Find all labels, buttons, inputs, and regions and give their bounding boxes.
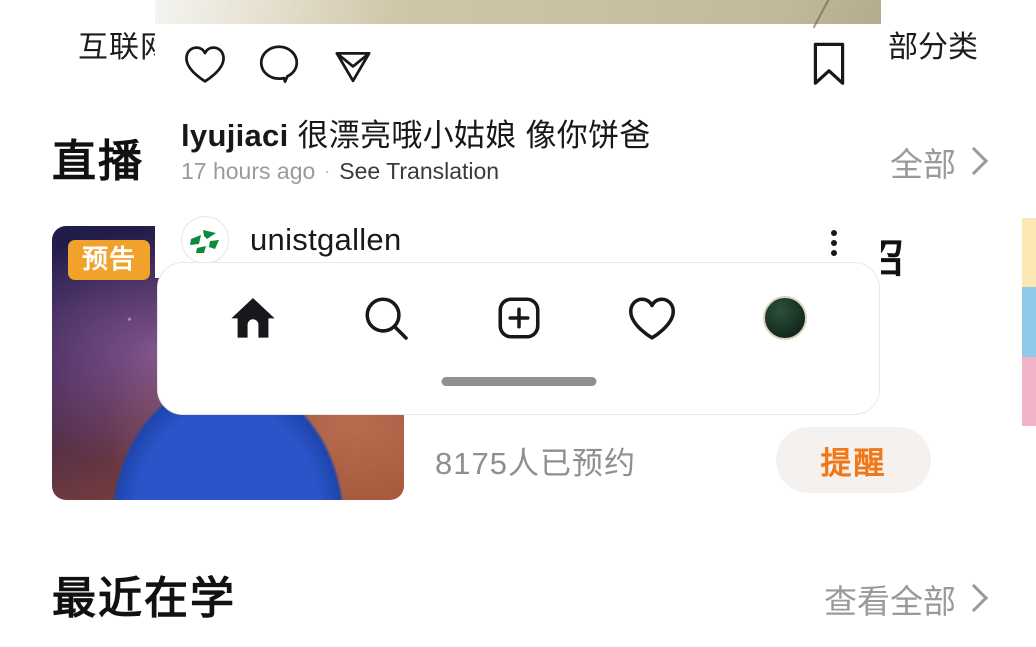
more-vertical-icon[interactable] bbox=[821, 228, 847, 258]
comment-icon bbox=[259, 45, 299, 83]
dot bbox=[831, 240, 837, 246]
dot bbox=[831, 250, 837, 256]
share-icon bbox=[335, 51, 371, 83]
live-reserved-count: 8175人已预约 bbox=[435, 446, 636, 481]
meta-separator: · bbox=[324, 161, 331, 181]
section-more-label-live: 全部 bbox=[890, 146, 956, 183]
edge-strip-yellow bbox=[1022, 218, 1036, 288]
tab-profile[interactable] bbox=[752, 285, 818, 351]
bg-nav-title-right: 部分类 bbox=[888, 31, 978, 64]
edge-card-strips[interactable] bbox=[1022, 218, 1036, 426]
see-translation-link[interactable]: See Translation bbox=[339, 158, 499, 185]
remind-button[interactable]: 提醒 bbox=[776, 427, 931, 493]
bookmark-icon bbox=[813, 42, 845, 85]
section-title-recent: 最近在学 bbox=[52, 574, 236, 623]
chevron-right-icon bbox=[959, 583, 989, 612]
section-header-recent: 最近在学 查看全部 bbox=[0, 575, 1036, 623]
tab-activity[interactable] bbox=[619, 285, 685, 351]
home-indicator[interactable] bbox=[441, 377, 596, 386]
search-icon bbox=[364, 297, 408, 340]
home-icon bbox=[230, 298, 275, 338]
profile-avatar bbox=[762, 296, 807, 340]
share-button[interactable] bbox=[327, 38, 379, 90]
section-more-recent[interactable]: 查看全部 bbox=[824, 575, 989, 623]
heart-icon bbox=[628, 297, 675, 340]
instagram-overlay-panel: lyujiaci 很漂亮哦小姑娘 像你饼爸 17 hours ago · See… bbox=[155, 0, 881, 278]
chevron-right-icon bbox=[959, 146, 989, 175]
instagram-tabbar-sheet bbox=[157, 262, 880, 415]
section-more-label-recent: 查看全部 bbox=[824, 583, 956, 620]
caption-username[interactable]: lyujiaci bbox=[181, 118, 289, 153]
plus-square-icon bbox=[497, 297, 540, 339]
tab-search[interactable] bbox=[353, 285, 419, 351]
post-meta-row: 17 hours ago · See Translation bbox=[181, 158, 499, 185]
edge-strip-blue bbox=[1022, 287, 1036, 357]
dot bbox=[831, 230, 837, 236]
avatar[interactable] bbox=[181, 216, 229, 264]
tab-home[interactable] bbox=[220, 285, 286, 351]
heart-icon bbox=[185, 46, 225, 83]
post-timestamp: 17 hours ago bbox=[181, 158, 316, 184]
next-post-header[interactable]: unistgallen bbox=[181, 216, 402, 264]
live-badge: 预告 bbox=[68, 240, 151, 280]
next-post-username[interactable]: unistgallen bbox=[250, 222, 402, 258]
section-title-live: 直播 bbox=[52, 137, 144, 186]
post-caption: lyujiaci 很漂亮哦小姑娘 像你饼爸 bbox=[181, 110, 651, 155]
comment-button[interactable] bbox=[253, 38, 305, 90]
post-photo-bottom-edge bbox=[155, 0, 881, 24]
caption-text: 很漂亮哦小姑娘 像你饼爸 bbox=[297, 118, 651, 153]
tab-create[interactable] bbox=[486, 285, 552, 351]
like-button[interactable] bbox=[179, 38, 231, 90]
section-more-live[interactable]: 全部 bbox=[890, 138, 989, 186]
edge-strip-pink bbox=[1022, 356, 1036, 426]
instagram-tabbar bbox=[158, 277, 879, 359]
unisg-logo-icon bbox=[190, 230, 219, 253]
save-button[interactable] bbox=[803, 38, 855, 90]
post-action-bar bbox=[155, 24, 881, 102]
